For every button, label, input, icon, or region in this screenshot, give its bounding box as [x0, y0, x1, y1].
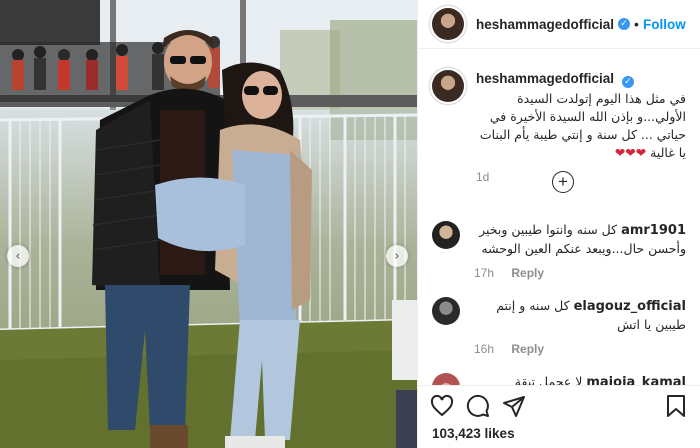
comment-meta: 16h Reply: [474, 342, 686, 356]
caption-text-block: في مثل هذا اليوم إتولدت السيدة الأولي...…: [476, 90, 686, 162]
chevron-left-icon: ‹: [15, 248, 21, 264]
load-more-comments-button[interactable]: +: [552, 171, 574, 193]
likes-count[interactable]: 103,423 likes: [418, 418, 700, 441]
comment-username[interactable]: elagouz_official: [574, 299, 686, 314]
heart-icon[interactable]: [430, 394, 454, 418]
comment-reply-button[interactable]: Reply: [511, 342, 544, 356]
comment-avatar[interactable]: [432, 297, 460, 325]
comment-line: amr1901 كل سنه وانتوا طيبين وبخير وأحسن …: [474, 221, 686, 258]
post-actions-bar: 103,423 likes: [418, 385, 700, 448]
chevron-right-icon: ›: [394, 248, 400, 264]
author-username[interactable]: heshammagedofficial: [476, 17, 614, 32]
comment-avatar[interactable]: [432, 373, 460, 385]
photo-scene: [0, 0, 417, 448]
author-avatar[interactable]: [432, 8, 464, 40]
comment-avatar[interactable]: [432, 221, 460, 249]
comment-icon[interactable]: [466, 394, 490, 418]
post-details-panel: heshammagedofficial ✓ • Follow heshammag…: [417, 0, 700, 448]
comment-line: majoja_kamal لا عحمل تبقة: [474, 373, 686, 385]
caption-hearts: ❤❤❤: [614, 145, 647, 160]
comment-text: لا عحمل تبقة: [514, 374, 583, 385]
comment-time[interactable]: 16h: [474, 342, 494, 356]
comment-item: elagouz_official كل سنه و إنتم طيبين يا …: [432, 297, 686, 356]
carousel-next-button[interactable]: ›: [386, 245, 408, 267]
comment-meta: 17h Reply: [474, 266, 686, 280]
caption-timestamp[interactable]: 1d: [476, 170, 686, 184]
plus-circle-icon: +: [558, 172, 568, 191]
verified-badge-icon: ✓: [618, 18, 631, 30]
comment-username[interactable]: amr1901: [621, 223, 686, 238]
separator-dot: •: [634, 16, 639, 32]
caption-author-username[interactable]: heshammagedofficial: [476, 71, 614, 86]
comment-reply-button[interactable]: Reply: [511, 266, 544, 280]
post-caption: heshammagedofficial ✓ في مثل هذا اليوم إ…: [432, 70, 686, 184]
comment-line: elagouz_official كل سنه و إنتم طيبين يا …: [474, 297, 686, 334]
caption-verified-badge-icon: ✓: [621, 76, 634, 88]
bookmark-icon[interactable]: [664, 394, 688, 418]
comment-item: amr1901 كل سنه وانتوا طيبين وبخير وأحسن …: [432, 221, 686, 280]
share-icon[interactable]: [502, 394, 526, 418]
caption-author-avatar[interactable]: [432, 70, 464, 102]
comment-username[interactable]: majoja_kamal: [586, 375, 686, 385]
caption-text: في مثل هذا اليوم إتولدت السيدة الأولي...…: [479, 91, 686, 160]
post-header: heshammagedofficial ✓ • Follow: [418, 0, 700, 49]
post-photo[interactable]: ‹ ›: [0, 0, 417, 448]
follow-button[interactable]: Follow: [643, 17, 686, 32]
comment-item: majoja_kamal لا عحمل تبقة: [432, 373, 686, 385]
carousel-prev-button[interactable]: ‹: [7, 245, 29, 267]
comment-time[interactable]: 17h: [474, 266, 494, 280]
